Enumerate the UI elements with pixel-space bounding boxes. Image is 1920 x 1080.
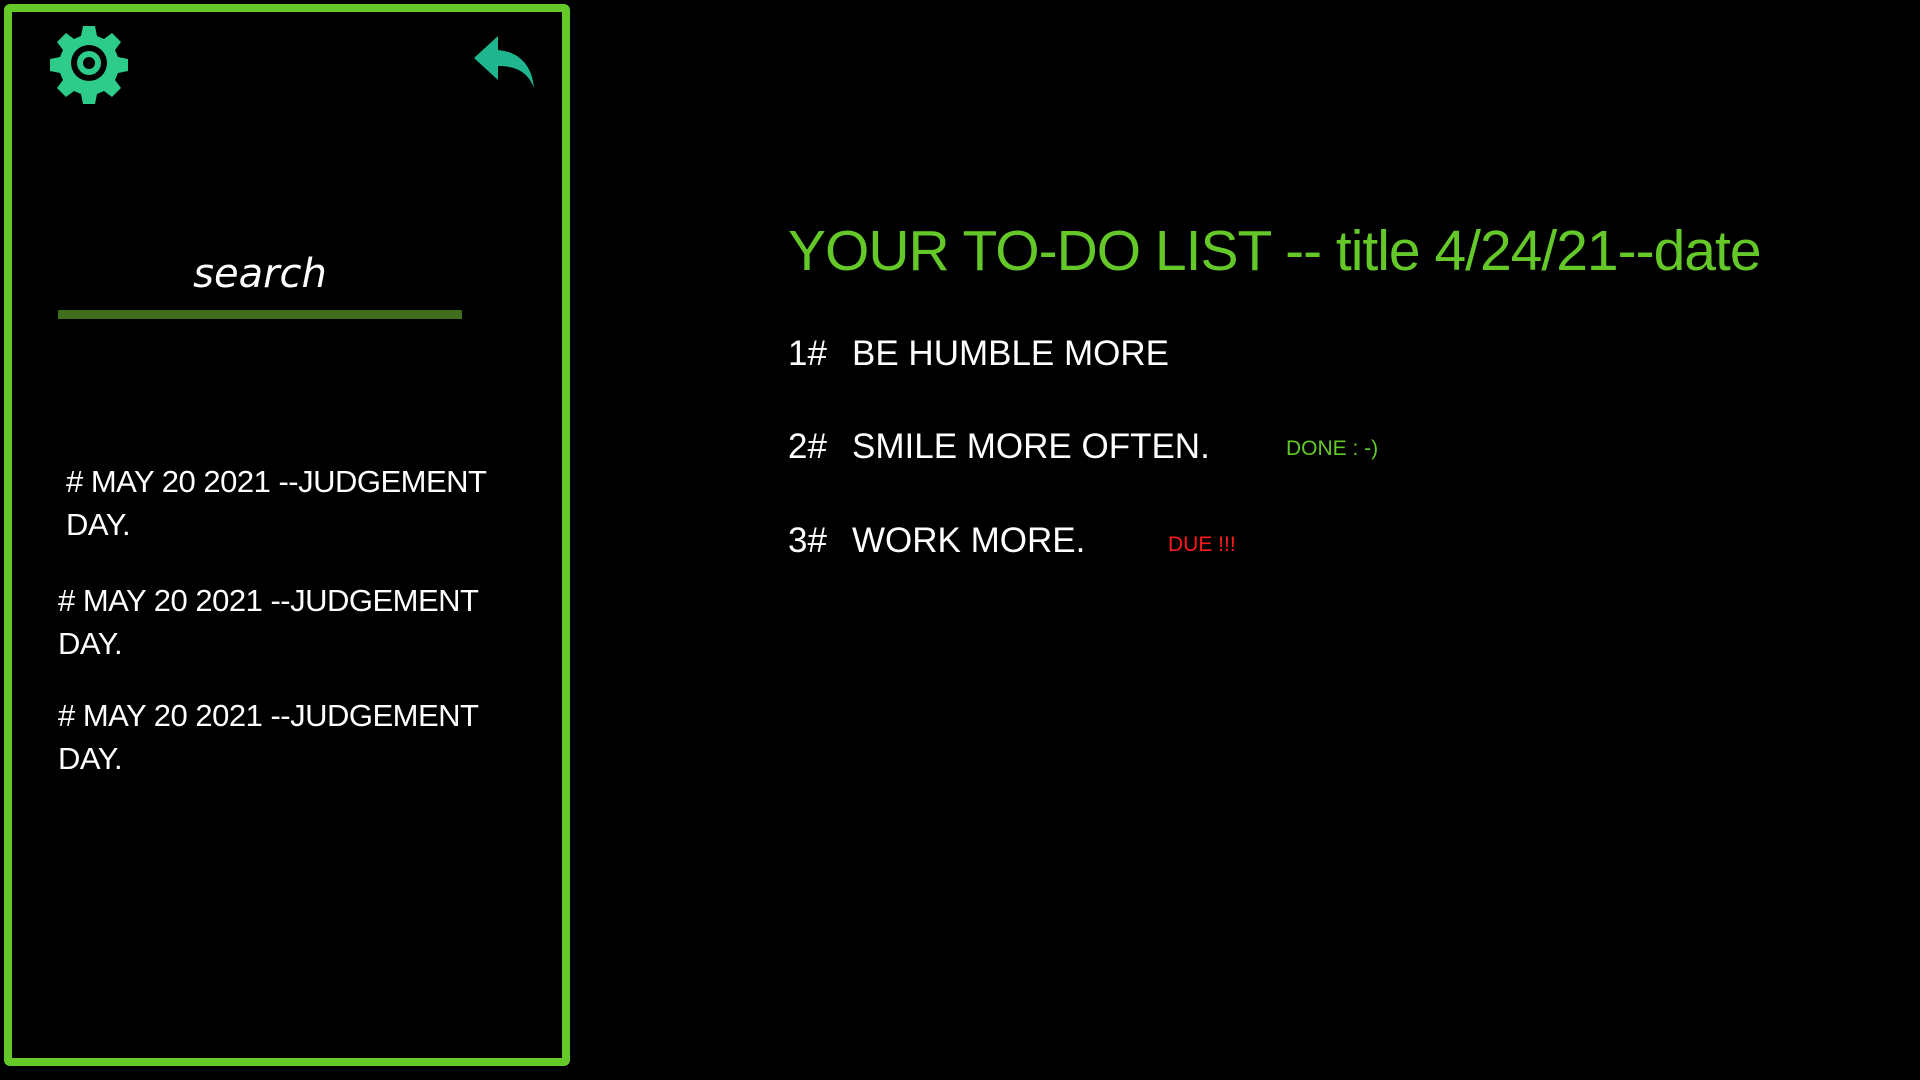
todo-number: 1# (788, 334, 827, 373)
search-box (58, 242, 462, 322)
gear-icon (50, 26, 128, 104)
todo-item[interactable]: 2# SMILE MORE OFTEN. (788, 427, 1210, 467)
app-page: # MAY 20 2021 --JUDGEMENT DAY. # MAY 20 … (0, 0, 1920, 1080)
list-item[interactable]: # MAY 20 2021 --JUDGEMENT DAY. (66, 460, 526, 546)
list-item[interactable]: # MAY 20 2021 --JUDGEMENT DAY. (58, 694, 518, 780)
page-title: YOUR TO-DO LIST -- title 4/24/21--date (788, 219, 1762, 283)
settings-button[interactable] (48, 22, 130, 104)
todo-text: WORK MORE. (852, 521, 1086, 560)
back-button[interactable] (472, 32, 538, 92)
reply-arrow-icon (474, 36, 534, 88)
todo-item[interactable]: 1# BE HUMBLE MORE (788, 334, 1169, 374)
todo-item[interactable]: 3# WORK MORE. (788, 521, 1085, 561)
todo-number: 2# (788, 427, 827, 466)
todo-number: 3# (788, 521, 827, 560)
search-input[interactable] (58, 242, 462, 306)
sidebar-panel: # MAY 20 2021 --JUDGEMENT DAY. # MAY 20 … (4, 4, 570, 1066)
todo-text: SMILE MORE OFTEN. (852, 427, 1210, 466)
status-badge-due: DUE !!! (1168, 533, 1236, 556)
list-item[interactable]: # MAY 20 2021 --JUDGEMENT DAY. (58, 579, 518, 665)
todo-text: BE HUMBLE MORE (852, 334, 1169, 373)
search-underline (58, 310, 462, 319)
status-badge-done: DONE : -) (1286, 437, 1379, 460)
